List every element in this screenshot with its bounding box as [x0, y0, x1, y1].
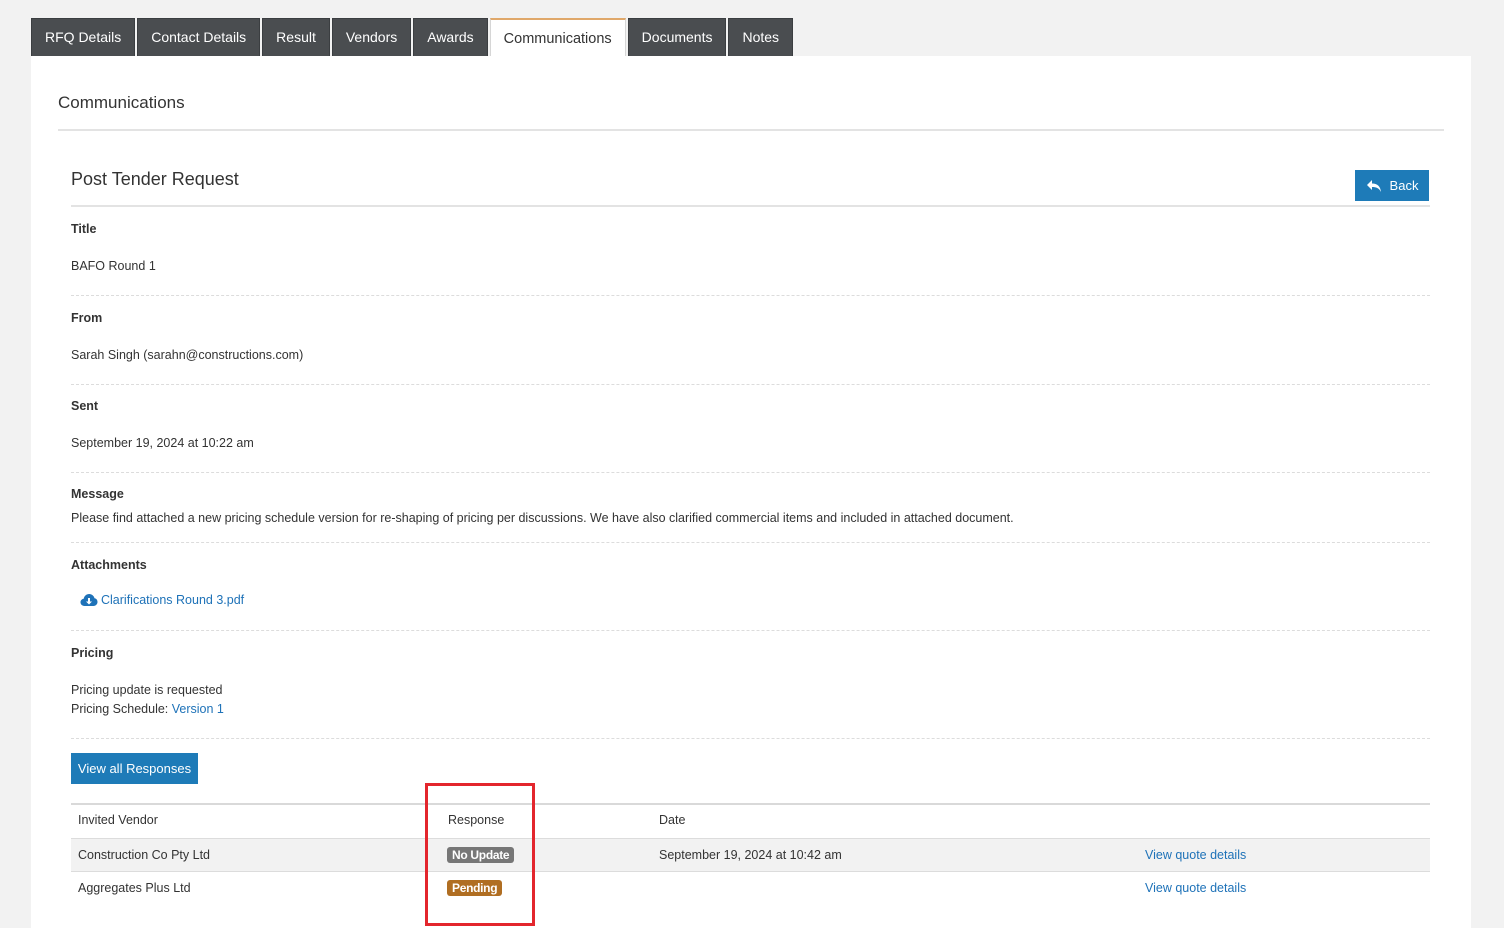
vendor-name: Aggregates Plus Ltd [78, 881, 191, 895]
divider [71, 295, 1430, 296]
response-date: September 19, 2024 at 10:42 am [659, 848, 842, 862]
attachments-label: Attachments [71, 558, 147, 572]
divider [58, 129, 1444, 131]
pricing-request-text: Pricing update is requested [71, 683, 223, 697]
vendor-name: Construction Co Pty Ltd [78, 848, 211, 862]
sent-value: September 19, 2024 at 10:22 am [71, 436, 254, 450]
divider [71, 630, 1430, 631]
status-badge: Pending [447, 880, 503, 896]
cloud-download-icon [80, 594, 98, 606]
back-button-label: Back [1389, 178, 1419, 193]
attachment-link[interactable]: Clarifications Round 3.pdf [80, 593, 244, 607]
status-badge: No Update [447, 847, 515, 863]
back-button[interactable]: Back [1355, 170, 1429, 201]
attachment-name[interactable]: Clarifications Round 3.pdf [101, 593, 244, 607]
title-value: BAFO Round 1 [71, 259, 156, 273]
tab-result[interactable]: Result [262, 18, 330, 56]
column-header-vendor: Invited Vendor [78, 813, 158, 827]
tab-awards[interactable]: Awards [413, 18, 488, 56]
view-quote-details-link[interactable]: View quote details [1145, 848, 1246, 862]
table-row: Construction Co Pty Ltd No Update Septem… [71, 838, 1430, 872]
from-label: From [71, 311, 103, 325]
tab-bar: RFQ Details Contact Details Result Vendo… [31, 18, 795, 57]
tab-documents[interactable]: Documents [627, 18, 727, 56]
table-divider [71, 803, 1430, 805]
message-label: Message [71, 487, 124, 501]
pricing-schedule: Pricing Schedule: Version 1 [71, 702, 224, 716]
tab-rfq-details[interactable]: RFQ Details [31, 18, 136, 56]
pricing-schedule-prefix: Pricing Schedule: [71, 702, 169, 716]
tab-notes[interactable]: Notes [728, 18, 794, 56]
divider [71, 472, 1430, 473]
tab-contact-details[interactable]: Contact Details [137, 18, 261, 56]
request-title: Post Tender Request [71, 169, 239, 189]
column-header-response: Response [448, 813, 505, 827]
sent-label: Sent [71, 399, 99, 413]
divider [71, 738, 1430, 739]
message-value: Please find attached a new pricing sched… [71, 511, 1014, 525]
reply-arrow-icon [1366, 179, 1381, 192]
tab-communications[interactable]: Communications [489, 18, 626, 57]
tab-vendors[interactable]: Vendors [331, 18, 412, 56]
view-all-responses-button[interactable]: View all Responses [71, 753, 198, 784]
divider [71, 384, 1430, 385]
communications-panel: Communications Post Tender Request Back … [31, 56, 1471, 928]
column-header-date: Date [659, 813, 686, 827]
divider [71, 205, 1430, 207]
divider [71, 542, 1430, 543]
table-row: Aggregates Plus Ltd Pending View quote d… [71, 872, 1430, 906]
page-title: Communications [58, 93, 185, 112]
pricing-label: Pricing [71, 646, 114, 660]
pricing-schedule-link[interactable]: Version 1 [172, 702, 224, 716]
from-value: Sarah Singh (sarahn@constructions.com) [71, 348, 304, 362]
title-label: Title [71, 222, 97, 236]
view-quote-details-link[interactable]: View quote details [1145, 881, 1246, 895]
